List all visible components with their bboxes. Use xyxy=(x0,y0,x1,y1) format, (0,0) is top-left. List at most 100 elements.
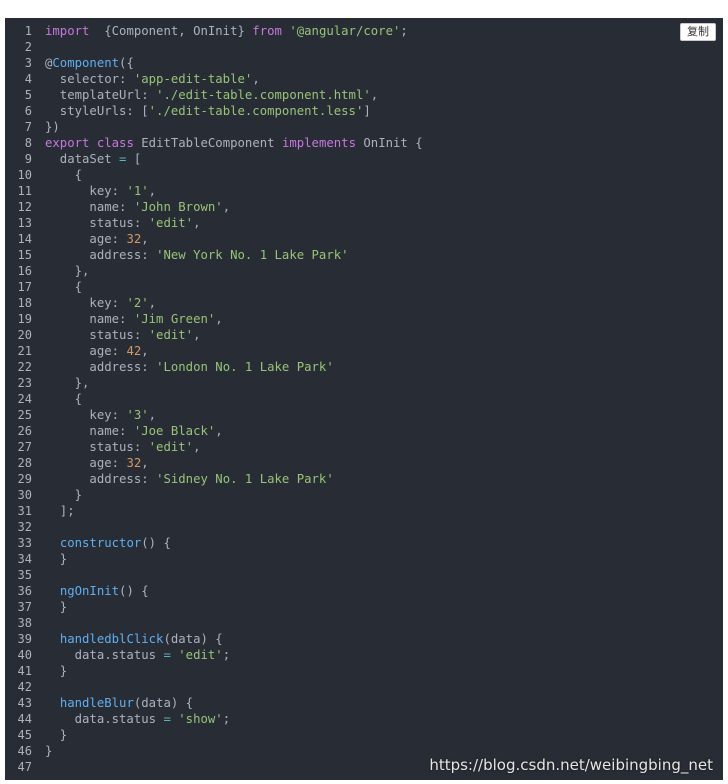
code-token: , xyxy=(148,408,157,422)
code-line: 28 age: 32, xyxy=(5,455,723,471)
line-number: 28 xyxy=(17,456,32,470)
line-number: 42 xyxy=(17,680,32,694)
code-line: 26 name: 'Joe Black', xyxy=(5,423,723,439)
code-text: selector: 'app-edit-table', xyxy=(45,71,260,87)
code-line: 34 } xyxy=(5,551,723,567)
code-line: 3 @Component({ xyxy=(5,55,723,71)
line-number: 41 xyxy=(17,664,32,678)
code-line: 43 handleBlur(data) { xyxy=(5,695,723,711)
line-number: 14 xyxy=(17,232,32,246)
code-token: (data) { xyxy=(163,632,223,646)
code-line: 12 name: 'John Brown', xyxy=(5,199,723,215)
code-text: ]; xyxy=(45,503,75,519)
code-token: import xyxy=(45,24,90,38)
code-token: status: xyxy=(45,440,149,454)
code-text: status: 'edit', xyxy=(45,439,200,455)
code-token: } xyxy=(45,664,68,678)
code-line: 37 } xyxy=(5,599,723,615)
code-token: from xyxy=(252,24,282,38)
code-line: 32 xyxy=(5,519,723,535)
code-text: } xyxy=(45,487,82,503)
code-text: } xyxy=(45,551,67,567)
code-text: key: '2', xyxy=(45,295,156,311)
code-line: 1 import {Component, OnInit} from '@angul… xyxy=(5,23,723,39)
code-text: handledblClick(data) { xyxy=(45,631,223,647)
line-number: 19 xyxy=(17,312,32,326)
code-text: name: 'Joe Black', xyxy=(45,423,222,439)
code-token: ; xyxy=(400,24,408,38)
copy-button[interactable]: 复制 xyxy=(680,23,716,41)
code-token: {Component, OnInit} xyxy=(89,24,253,38)
code-token: 'show' xyxy=(178,712,223,726)
code-token: implements xyxy=(281,136,356,150)
code-line: 4 selector: 'app-edit-table', xyxy=(5,71,723,87)
code-token: './edit-table.component.html' xyxy=(156,88,371,102)
code-line: 25 key: '3', xyxy=(5,407,723,423)
line-number: 29 xyxy=(17,472,32,486)
code-line: 5 templateUrl: './edit-table.component.h… xyxy=(5,87,723,103)
code-token: age: xyxy=(45,344,127,358)
code-line: 30 } xyxy=(5,487,723,503)
code-token: './edit-table.component.less' xyxy=(148,104,364,118)
code-line: 16 }, xyxy=(5,263,723,279)
line-number: 7 xyxy=(24,120,32,134)
code-text: dataSet = [ xyxy=(45,151,141,167)
code-line: 29 address: 'Sidney No. 1 Lake Park' xyxy=(5,471,723,487)
code-token: handleBlur xyxy=(59,696,134,710)
code-line: 15 address: 'New York No. 1 Lake Park' xyxy=(5,247,723,263)
code-token: constructor xyxy=(59,536,142,550)
code-token: selector: xyxy=(45,72,134,86)
code-token: } xyxy=(45,728,68,742)
code-token: EditTableComponent xyxy=(133,136,282,150)
line-number: 45 xyxy=(17,728,32,742)
line-number: 10 xyxy=(17,168,32,182)
line-number: 20 xyxy=(17,328,32,342)
code-line: 45 } xyxy=(5,727,723,743)
line-number: 44 xyxy=(17,712,32,726)
code-token: age: xyxy=(45,232,127,246)
code-line: 39 handledblClick(data) { xyxy=(5,631,723,647)
code-token: () { xyxy=(141,536,171,550)
code-token: data.status xyxy=(45,712,164,726)
code-text: }) xyxy=(45,119,60,135)
code-text: { xyxy=(45,391,82,407)
line-number: 46 xyxy=(17,744,32,758)
code-text: data.status = 'show'; xyxy=(45,711,231,727)
code-token: templateUrl: xyxy=(45,88,157,102)
code-token: , xyxy=(148,296,157,310)
code-line: 9 dataSet = [ xyxy=(5,151,723,167)
code-token: () { xyxy=(119,584,149,598)
line-number: 24 xyxy=(17,392,32,406)
code-token: status: xyxy=(45,216,149,230)
line-number: 12 xyxy=(17,200,32,214)
code-token: name: xyxy=(45,424,134,438)
line-number: 26 xyxy=(17,424,32,438)
code-token: { xyxy=(45,168,83,182)
code-line: 23 }, xyxy=(5,375,723,391)
code-token: 32 xyxy=(126,456,142,470)
code-text: age: 42, xyxy=(45,343,148,359)
code-token: 'New York No. 1 Lake Park' xyxy=(156,248,349,262)
code-line: 42 xyxy=(5,679,723,695)
code-token: '2' xyxy=(126,296,149,310)
code-token: 'edit' xyxy=(148,216,194,230)
code-token: '@angular/core' xyxy=(289,24,401,38)
code-token: 'Joe Black' xyxy=(133,424,216,438)
code-text: templateUrl: './edit-table.component.htm… xyxy=(45,87,378,103)
code-token: ngOnInit xyxy=(59,584,120,598)
line-number: 15 xyxy=(17,248,32,262)
code-line: 22 address: 'London No. 1 Lake Park' xyxy=(5,359,723,375)
code-token: ({ xyxy=(119,56,134,70)
line-number: 18 xyxy=(17,296,32,310)
code-text: }, xyxy=(45,375,90,391)
code-token: ]; xyxy=(45,504,75,518)
line-number: 13 xyxy=(17,216,32,230)
code-line: 36 ngOnInit() { xyxy=(5,583,723,599)
code-token: , xyxy=(215,312,223,326)
code-token: , xyxy=(141,232,149,246)
line-number: 37 xyxy=(17,600,32,614)
line-number: 16 xyxy=(17,264,32,278)
code-token: }) xyxy=(45,120,60,134)
